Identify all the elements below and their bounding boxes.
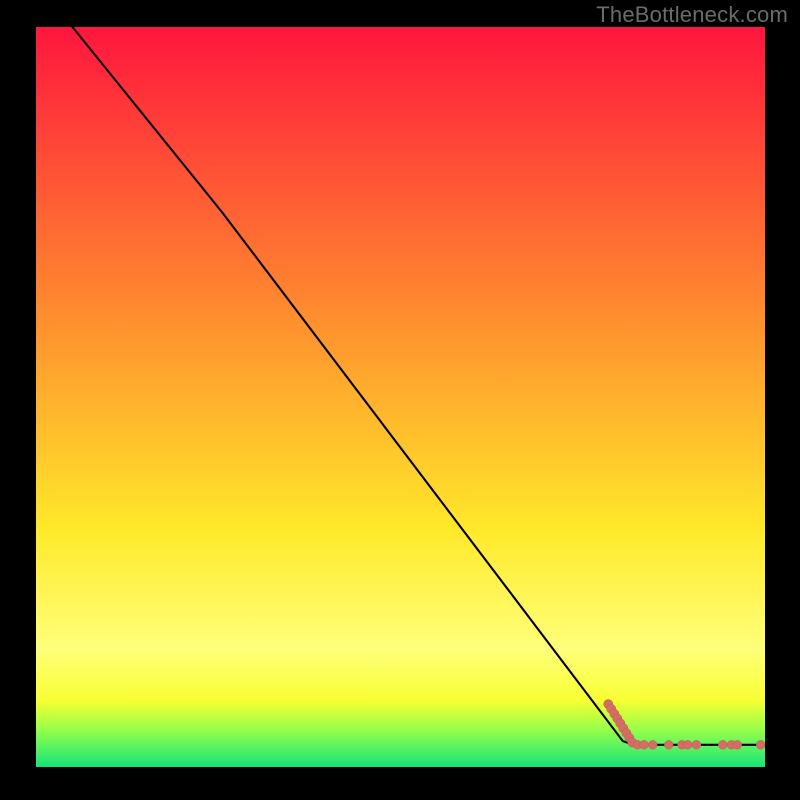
- data-point-marker: [692, 740, 701, 749]
- chart-stage: TheBottleneck.com: [0, 0, 800, 800]
- data-point-marker: [664, 740, 673, 749]
- gradient-background: [36, 27, 765, 767]
- data-point-marker: [718, 740, 727, 749]
- data-point-marker: [648, 740, 657, 749]
- data-point-marker: [640, 740, 649, 749]
- chart-svg: [36, 27, 765, 767]
- data-point-marker: [683, 740, 692, 749]
- chart-plot-area: [36, 27, 765, 767]
- data-point-marker: [733, 740, 742, 749]
- watermark-text: TheBottleneck.com: [596, 2, 788, 28]
- data-point-marker: [756, 740, 765, 749]
